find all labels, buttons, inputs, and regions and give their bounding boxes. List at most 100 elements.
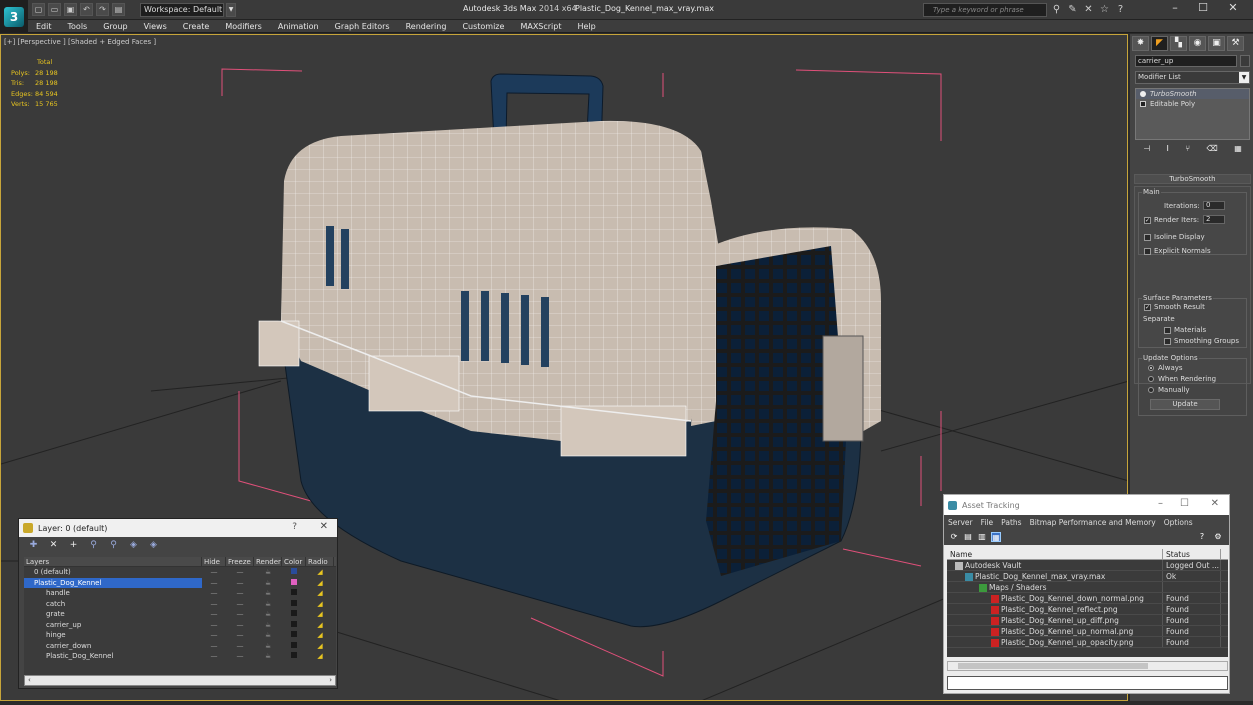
layer-horizontal-scrollbar[interactable]: ‹ ›	[24, 675, 336, 686]
radiosity-icon[interactable]: ◢	[306, 567, 334, 577]
motion-tab-icon[interactable]: ◉	[1189, 36, 1206, 51]
render-toggle-icon[interactable]: ☕	[254, 599, 282, 609]
scrollbar-thumb[interactable]	[958, 663, 1148, 669]
binoculars-icon[interactable]: ⚲	[1050, 3, 1063, 16]
manually-radio[interactable]	[1148, 387, 1154, 393]
menu-views[interactable]: Views	[136, 22, 175, 31]
layer-color-swatch[interactable]	[282, 567, 306, 577]
asset-row[interactable]: Maps / Shaders	[947, 582, 1228, 593]
layer-name[interactable]: carrier_down	[24, 641, 202, 651]
layer-color-swatch[interactable]	[282, 620, 306, 630]
hierarchy-tab-icon[interactable]: ▚	[1170, 36, 1187, 51]
asset-row[interactable]: Plastic_Dog_Kennel_up_diff.png Found	[947, 615, 1228, 626]
asset-menu-paths[interactable]: Paths	[997, 518, 1025, 527]
layer-name[interactable]: handle	[24, 588, 202, 598]
layer-name[interactable]: 0 (default)	[24, 567, 202, 577]
radiosity-icon[interactable]: ◢	[306, 641, 334, 651]
close-icon[interactable]: ✕	[1211, 498, 1219, 509]
favorites-star-icon[interactable]: ☆	[1098, 3, 1111, 16]
layer-row[interactable]: catch — — ☕ ◢	[24, 599, 336, 610]
freeze-toggle[interactable]: —	[226, 599, 254, 609]
menu-customize[interactable]: Customize	[454, 22, 512, 31]
modify-tab-icon[interactable]: ◤	[1151, 36, 1168, 51]
refresh-icon[interactable]: ⟳	[949, 532, 959, 542]
open-file-icon[interactable]: ▭	[48, 3, 61, 16]
create-tab-icon[interactable]: ✸	[1132, 36, 1149, 51]
maximize-icon[interactable]: ☐	[1186, 0, 1220, 18]
select-layer-icon[interactable]: ⚲	[108, 540, 119, 551]
modifier-list-dropdown[interactable]: Modifier List ▼	[1135, 71, 1250, 84]
asset-row[interactable]: Plastic_Dog_Kennel_up_opacity.png Found	[947, 637, 1228, 648]
layer-name[interactable]: carrier_up	[24, 620, 202, 630]
subscription-icon[interactable]: ✎	[1066, 3, 1079, 16]
pin-stack-icon[interactable]: ⊣	[1143, 144, 1150, 156]
select-in-layer-icon[interactable]: ⚲	[88, 540, 99, 551]
list-view-icon[interactable]: ▤	[963, 532, 973, 542]
freeze-toggle[interactable]: —	[226, 588, 254, 598]
asset-row[interactable]: Plastic_Dog_Kennel_up_normal.png Found	[947, 626, 1228, 637]
chevron-down-icon[interactable]: ▼	[1239, 72, 1249, 83]
configure-sets-icon[interactable]: ▦	[1234, 144, 1242, 156]
hide-toggle[interactable]: —	[202, 609, 226, 619]
object-color-swatch[interactable]	[1240, 55, 1250, 67]
render-toggle-icon[interactable]: ☕	[254, 630, 282, 640]
save-file-icon[interactable]: ▣	[64, 3, 77, 16]
radiosity-icon[interactable]: ◢	[306, 599, 334, 609]
project-folder-icon[interactable]: ▤	[112, 3, 125, 16]
radiosity-icon[interactable]: ◢	[306, 651, 334, 661]
iterations-spinner[interactable]: 0	[1203, 201, 1225, 210]
hide-toggle[interactable]: —	[202, 578, 226, 588]
render-toggle-icon[interactable]: ☕	[254, 588, 282, 598]
radiosity-icon[interactable]: ◢	[306, 609, 334, 619]
search-input[interactable]: Type a keyword or phrase	[923, 3, 1047, 17]
scroll-right-icon[interactable]: ›	[329, 676, 332, 685]
help-icon[interactable]: ?	[292, 522, 297, 532]
freeze-toggle[interactable]: —	[226, 567, 254, 577]
layer-row[interactable]: Plastic_Dog_Kennel — — ☕ ◢	[24, 651, 336, 662]
render-toggle-icon[interactable]: ☕	[254, 641, 282, 651]
hide-toggle[interactable]: —	[202, 599, 226, 609]
create-layer-icon[interactable]: ✚	[28, 540, 39, 551]
menu-graph-editors[interactable]: Graph Editors	[327, 22, 398, 31]
freeze-all-icon[interactable]: ◈	[148, 540, 159, 551]
redo-icon[interactable]: ↷	[96, 3, 109, 16]
render-toggle-icon[interactable]: ☕	[254, 578, 282, 588]
asset-menu-bitmap-performance-and-memory[interactable]: Bitmap Performance and Memory	[1026, 518, 1160, 527]
layer-name[interactable]: grate	[24, 609, 202, 619]
layer-name[interactable]: catch	[24, 599, 202, 609]
col-layers[interactable]: Layers	[24, 557, 202, 566]
stack-item-turbosmooth[interactable]: TurboSmooth	[1136, 89, 1249, 99]
layer-row[interactable]: hinge — — ☕ ◢	[24, 630, 336, 641]
menu-tools[interactable]: Tools	[60, 22, 96, 31]
utilities-tab-icon[interactable]: ⚒	[1227, 36, 1244, 51]
hide-toggle[interactable]: —	[202, 630, 226, 640]
menu-modifiers[interactable]: Modifiers	[217, 22, 270, 31]
asset-window-titlebar[interactable]: Asset Tracking – ☐ ✕	[944, 495, 1229, 515]
viewport-label[interactable]: [+] [Perspective ] [Shaded + Edged Faces…	[4, 38, 156, 46]
hide-toggle[interactable]: —	[202, 588, 226, 598]
radiosity-icon[interactable]: ◢	[306, 578, 334, 588]
radiosity-icon[interactable]: ◢	[306, 588, 334, 598]
layer-row[interactable]: carrier_up — — ☕ ◢	[24, 620, 336, 631]
detail-view-icon[interactable]: ▥	[977, 532, 987, 542]
layer-row[interactable]: carrier_down — — ☕ ◢	[24, 641, 336, 652]
layer-color-swatch[interactable]	[282, 599, 306, 609]
layer-name[interactable]: hinge	[24, 630, 202, 640]
explicit-normals-checkbox[interactable]	[1144, 248, 1151, 255]
col-color[interactable]: Color	[282, 557, 306, 566]
communication-icon[interactable]: ✕	[1082, 3, 1095, 16]
isoline-display-checkbox[interactable]	[1144, 234, 1151, 241]
layer-color-swatch[interactable]	[282, 609, 306, 619]
maximize-icon[interactable]: ☐	[1180, 498, 1189, 509]
layer-color-swatch[interactable]	[282, 641, 306, 651]
asset-row[interactable]: Autodesk Vault Logged Out ...	[947, 560, 1228, 571]
close-icon[interactable]: ✕	[320, 521, 328, 532]
help-icon[interactable]: ?	[1197, 532, 1207, 542]
always-radio[interactable]	[1148, 365, 1154, 371]
layer-row[interactable]: handle — — ☕ ◢	[24, 588, 336, 599]
menu-create[interactable]: Create	[175, 22, 218, 31]
layer-row[interactable]: grate — — ☕ ◢	[24, 609, 336, 620]
asset-row[interactable]: Plastic_Dog_Kennel_max_vray.max Ok	[947, 571, 1228, 582]
render-iters-spinner[interactable]: 2	[1203, 215, 1225, 224]
menu-group[interactable]: Group	[95, 22, 135, 31]
